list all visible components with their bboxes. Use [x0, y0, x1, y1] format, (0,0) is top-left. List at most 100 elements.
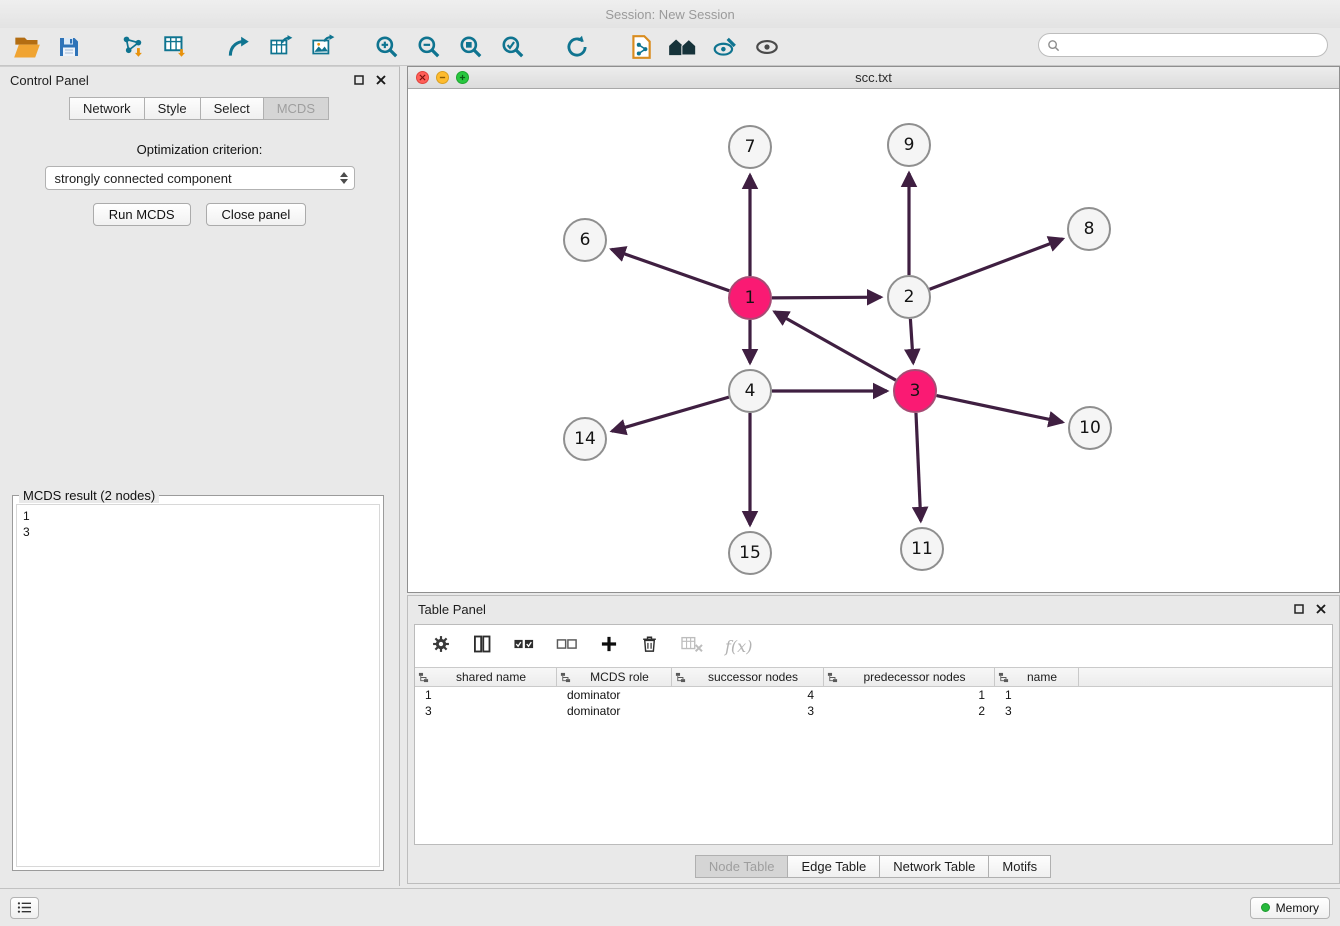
maximize-window-button[interactable] [456, 71, 469, 84]
close-window-button[interactable] [416, 71, 429, 84]
graph-node-1[interactable]: 1 [729, 277, 771, 319]
hide-graphics-details-button[interactable] [708, 31, 742, 63]
graph-node-label: 6 [580, 230, 591, 250]
graph-node-11[interactable]: 11 [901, 528, 943, 570]
status-bar: Memory [0, 888, 1340, 926]
optimization-criterion-select[interactable]: strongly connected component [45, 166, 355, 190]
select-all-columns-button[interactable] [513, 634, 535, 659]
zoom-in-icon [374, 34, 400, 60]
deselect-all-columns-button[interactable] [556, 634, 578, 659]
zoom-out-button[interactable] [412, 31, 446, 63]
home-layouts-button[interactable] [666, 31, 700, 63]
cell-successor-nodes[interactable]: 4 [672, 687, 824, 703]
network-document-button[interactable] [624, 31, 658, 63]
tab-edge-table[interactable]: Edge Table [787, 855, 880, 878]
tab-network[interactable]: Network [69, 97, 145, 120]
search-box[interactable] [1038, 33, 1328, 57]
cell-successor-nodes[interactable]: 3 [672, 703, 824, 719]
cell-mcds-role[interactable]: dominator [557, 687, 672, 703]
cell-predecessor-nodes[interactable]: 2 [824, 703, 995, 719]
table-settings-button[interactable] [431, 634, 451, 659]
graph-node-2[interactable]: 2 [888, 276, 930, 318]
mcds-result-list[interactable]: 1 3 [16, 504, 380, 867]
network-canvas[interactable]: 7 9 6 8 1 2 4 3 14 10 15 11 [408, 89, 1339, 592]
refresh-view-button[interactable] [560, 31, 594, 63]
graph-edge-1-2[interactable] [772, 297, 881, 298]
delete-table-button[interactable] [680, 634, 704, 659]
run-mcds-button[interactable]: Run MCDS [93, 203, 191, 226]
share-network-button[interactable] [222, 31, 256, 63]
cell-name[interactable]: 3 [995, 703, 1079, 719]
graph-edges [611, 173, 1062, 525]
graph-edge-1-6[interactable] [611, 249, 729, 290]
minimize-window-button[interactable] [436, 71, 449, 84]
table-row[interactable]: 3 dominator 3 2 3 [415, 703, 1332, 719]
table-row[interactable]: 1 dominator 4 1 1 [415, 687, 1332, 703]
column-header-predecessor-nodes[interactable]: predecessor nodes [824, 668, 995, 686]
memory-button[interactable]: Memory [1250, 897, 1330, 919]
graph-node-14[interactable]: 14 [564, 418, 606, 460]
select-stepper-icon [340, 172, 348, 184]
column-header-shared-name[interactable]: shared name [415, 668, 557, 686]
maximize-icon [459, 74, 466, 81]
graph-node-15[interactable]: 15 [729, 532, 771, 574]
eye-slash-icon [712, 34, 738, 60]
graph-node-3[interactable]: 3 [894, 370, 936, 412]
create-column-button[interactable] [599, 634, 619, 659]
close-panel-button-2[interactable]: Close panel [206, 203, 307, 226]
column-header-mcds-role[interactable]: MCDS role [557, 668, 672, 686]
close-panel-button[interactable] [373, 72, 389, 88]
cell-shared-name[interactable]: 3 [415, 703, 557, 719]
open-session-button[interactable] [10, 31, 44, 63]
graph-edge-2-8[interactable] [930, 239, 1063, 289]
graph-edge-3-1[interactable] [774, 312, 895, 380]
close-icon [376, 75, 386, 85]
function-builder-button[interactable]: f(x) [725, 637, 752, 656]
graph-edge-3-10[interactable] [937, 396, 1063, 423]
cell-predecessor-nodes[interactable]: 1 [824, 687, 995, 703]
node-table-area: f(x) shared name MCDS role successor nod… [414, 624, 1333, 845]
column-header-name[interactable]: name [995, 668, 1079, 686]
zoom-in-button[interactable] [370, 31, 404, 63]
save-session-button[interactable] [52, 31, 86, 63]
cell-shared-name[interactable]: 1 [415, 687, 557, 703]
close-table-panel-button[interactable] [1313, 601, 1329, 617]
graph-node-10[interactable]: 10 [1069, 407, 1111, 449]
save-floppy-icon [57, 35, 81, 59]
float-table-panel-button[interactable] [1291, 601, 1307, 617]
graph-node-9[interactable]: 9 [888, 124, 930, 166]
float-panel-button[interactable] [351, 72, 367, 88]
control-panel-title: Control Panel [10, 73, 89, 88]
export-image-button[interactable] [306, 31, 340, 63]
graph-edge-3-11[interactable] [916, 413, 921, 521]
column-header-successor-nodes[interactable]: successor nodes [672, 668, 824, 686]
cell-mcds-role[interactable]: dominator [557, 703, 672, 719]
tab-motifs[interactable]: Motifs [988, 855, 1051, 878]
column-sort-icon [827, 672, 838, 683]
import-network-button[interactable] [116, 31, 150, 63]
delete-column-button[interactable] [640, 634, 659, 659]
network-graph[interactable]: 7 9 6 8 1 2 4 3 14 10 15 11 [408, 89, 1339, 592]
import-table-button[interactable] [158, 31, 192, 63]
graph-node-7[interactable]: 7 [729, 126, 771, 168]
cell-name[interactable]: 1 [995, 687, 1079, 703]
zoom-selected-button[interactable] [496, 31, 530, 63]
tab-select[interactable]: Select [200, 97, 264, 120]
network-window-titlebar[interactable]: scc.txt [408, 67, 1339, 89]
task-history-button[interactable] [10, 897, 39, 919]
tab-node-table[interactable]: Node Table [695, 855, 789, 878]
graph-node-8[interactable]: 8 [1068, 208, 1110, 250]
graph-edge-4-14[interactable] [612, 397, 729, 431]
graph-node-4[interactable]: 4 [729, 370, 771, 412]
graph-node-6[interactable]: 6 [564, 219, 606, 261]
search-input[interactable] [1065, 38, 1319, 52]
graph-edge-2-3[interactable] [910, 319, 913, 363]
tab-style[interactable]: Style [144, 97, 201, 120]
export-table-button[interactable] [264, 31, 298, 63]
tab-network-table[interactable]: Network Table [879, 855, 989, 878]
column-sort-icon [418, 672, 429, 683]
zoom-fit-button[interactable] [454, 31, 488, 63]
show-columns-button[interactable] [472, 634, 492, 659]
tab-mcds[interactable]: MCDS [263, 97, 329, 120]
show-graphics-details-button[interactable] [750, 31, 784, 63]
